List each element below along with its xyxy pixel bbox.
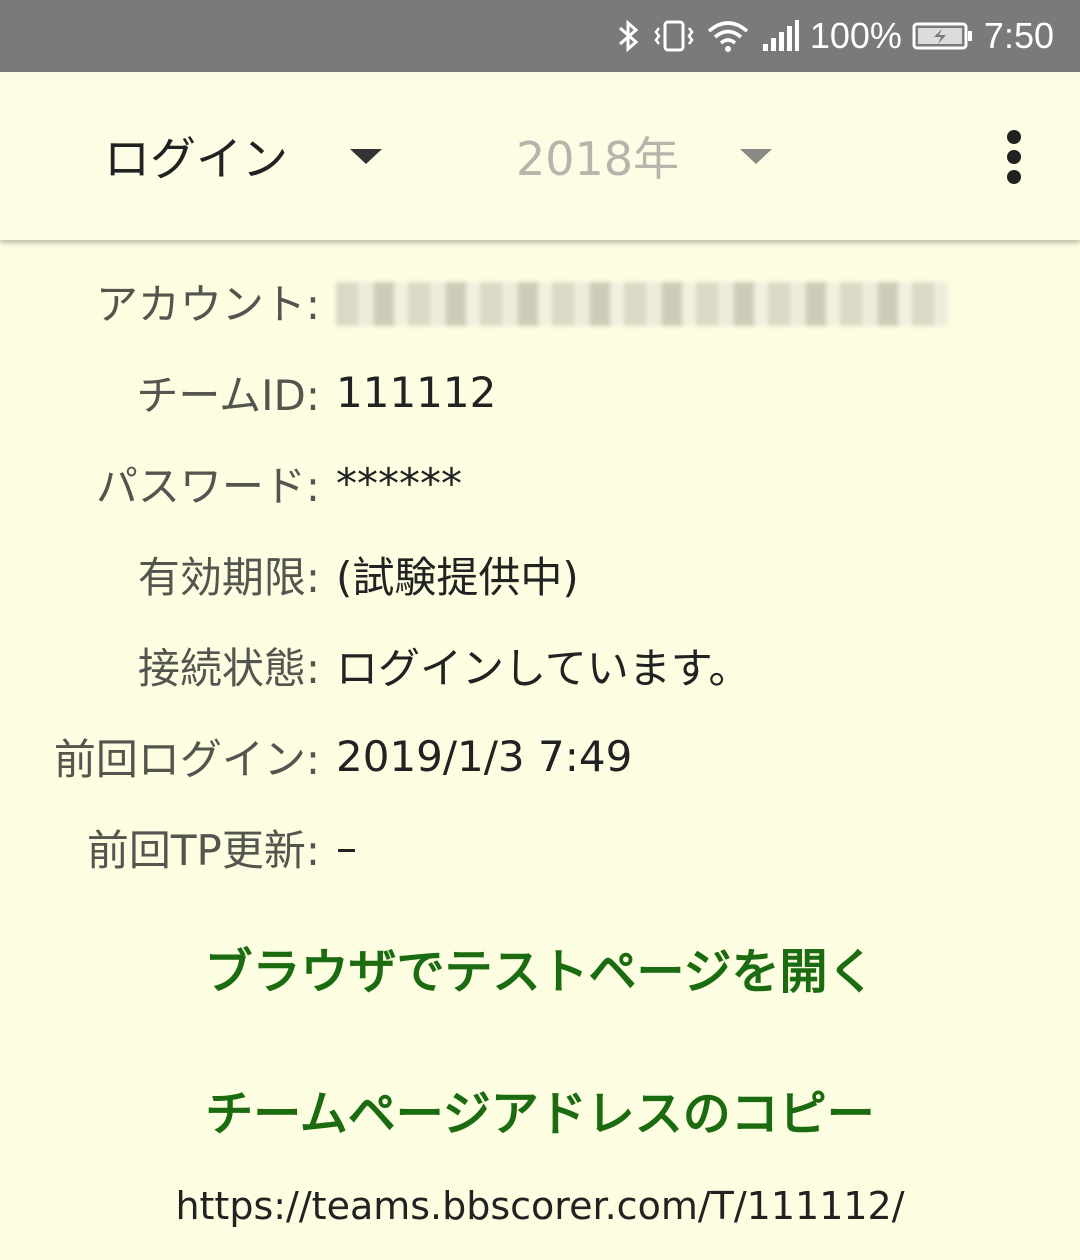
password-label: パスワード: xyxy=(95,461,320,511)
bluetooth-icon xyxy=(618,19,639,53)
last-login-label: 前回ログイン: xyxy=(53,734,320,784)
password-value: ****** xyxy=(336,458,462,508)
cell-signal-icon xyxy=(762,20,799,51)
team-id-value: 111112 xyxy=(336,367,497,417)
team-id-label: チームID: xyxy=(136,370,320,420)
row-account: アカウント: xyxy=(0,256,1080,346)
row-expiry: 有効期限: (試験提供中) xyxy=(0,529,1080,619)
connection-value: ログインしています。 xyxy=(336,643,751,693)
account-redacted xyxy=(336,281,948,326)
row-password: パスワード: ****** xyxy=(0,438,1080,528)
year-dropdown-label: 2018年 xyxy=(516,132,680,186)
mode-dropdown[interactable]: ログイン xyxy=(104,72,382,240)
account-label: アカウント: xyxy=(95,279,320,329)
account-value xyxy=(336,276,948,326)
row-last-login: 前回ログイン: 2019/1/3 7:49 xyxy=(0,711,1080,801)
last-tp-update-value: – xyxy=(336,822,357,872)
row-last-tp-update: 前回TP更新: – xyxy=(0,802,1080,892)
last-tp-update-label: 前回TP更新: xyxy=(86,825,320,875)
battery-percent: 100% xyxy=(809,15,902,56)
caret-down-icon xyxy=(350,149,382,164)
mode-dropdown-label: ログイン xyxy=(104,132,288,186)
year-dropdown[interactable]: 2018年 xyxy=(516,72,772,240)
row-team-id: チームID: 111112 xyxy=(0,347,1080,437)
caret-down-icon xyxy=(740,149,772,164)
expiry-value: (試験提供中) xyxy=(336,552,579,602)
status-icons: 100% 7:50 xyxy=(616,0,1054,72)
battery-charging-icon xyxy=(912,22,972,50)
status-bar: 100% 7:50 xyxy=(0,0,1080,72)
open-test-page-button[interactable]: ブラウザでテストページを開く xyxy=(0,932,1080,1002)
clock: 7:50 xyxy=(983,15,1054,56)
connection-label: 接続状態: xyxy=(137,643,320,693)
vibrate-icon xyxy=(654,20,694,52)
row-connection: 接続状態: ログインしています。 xyxy=(0,620,1080,710)
last-login-value: 2019/1/3 7:49 xyxy=(336,731,633,781)
expiry-label: 有効期限: xyxy=(137,552,320,602)
team-url: https://teams.bbscorer.com/T/111112/ xyxy=(175,1184,905,1228)
toolbar: ログイン 2018年 xyxy=(0,72,1080,240)
wifi-icon xyxy=(707,21,748,52)
more-vert-icon[interactable] xyxy=(996,130,1032,184)
copy-team-page-button[interactable]: チームページアドレスのコピー xyxy=(0,1074,1080,1144)
